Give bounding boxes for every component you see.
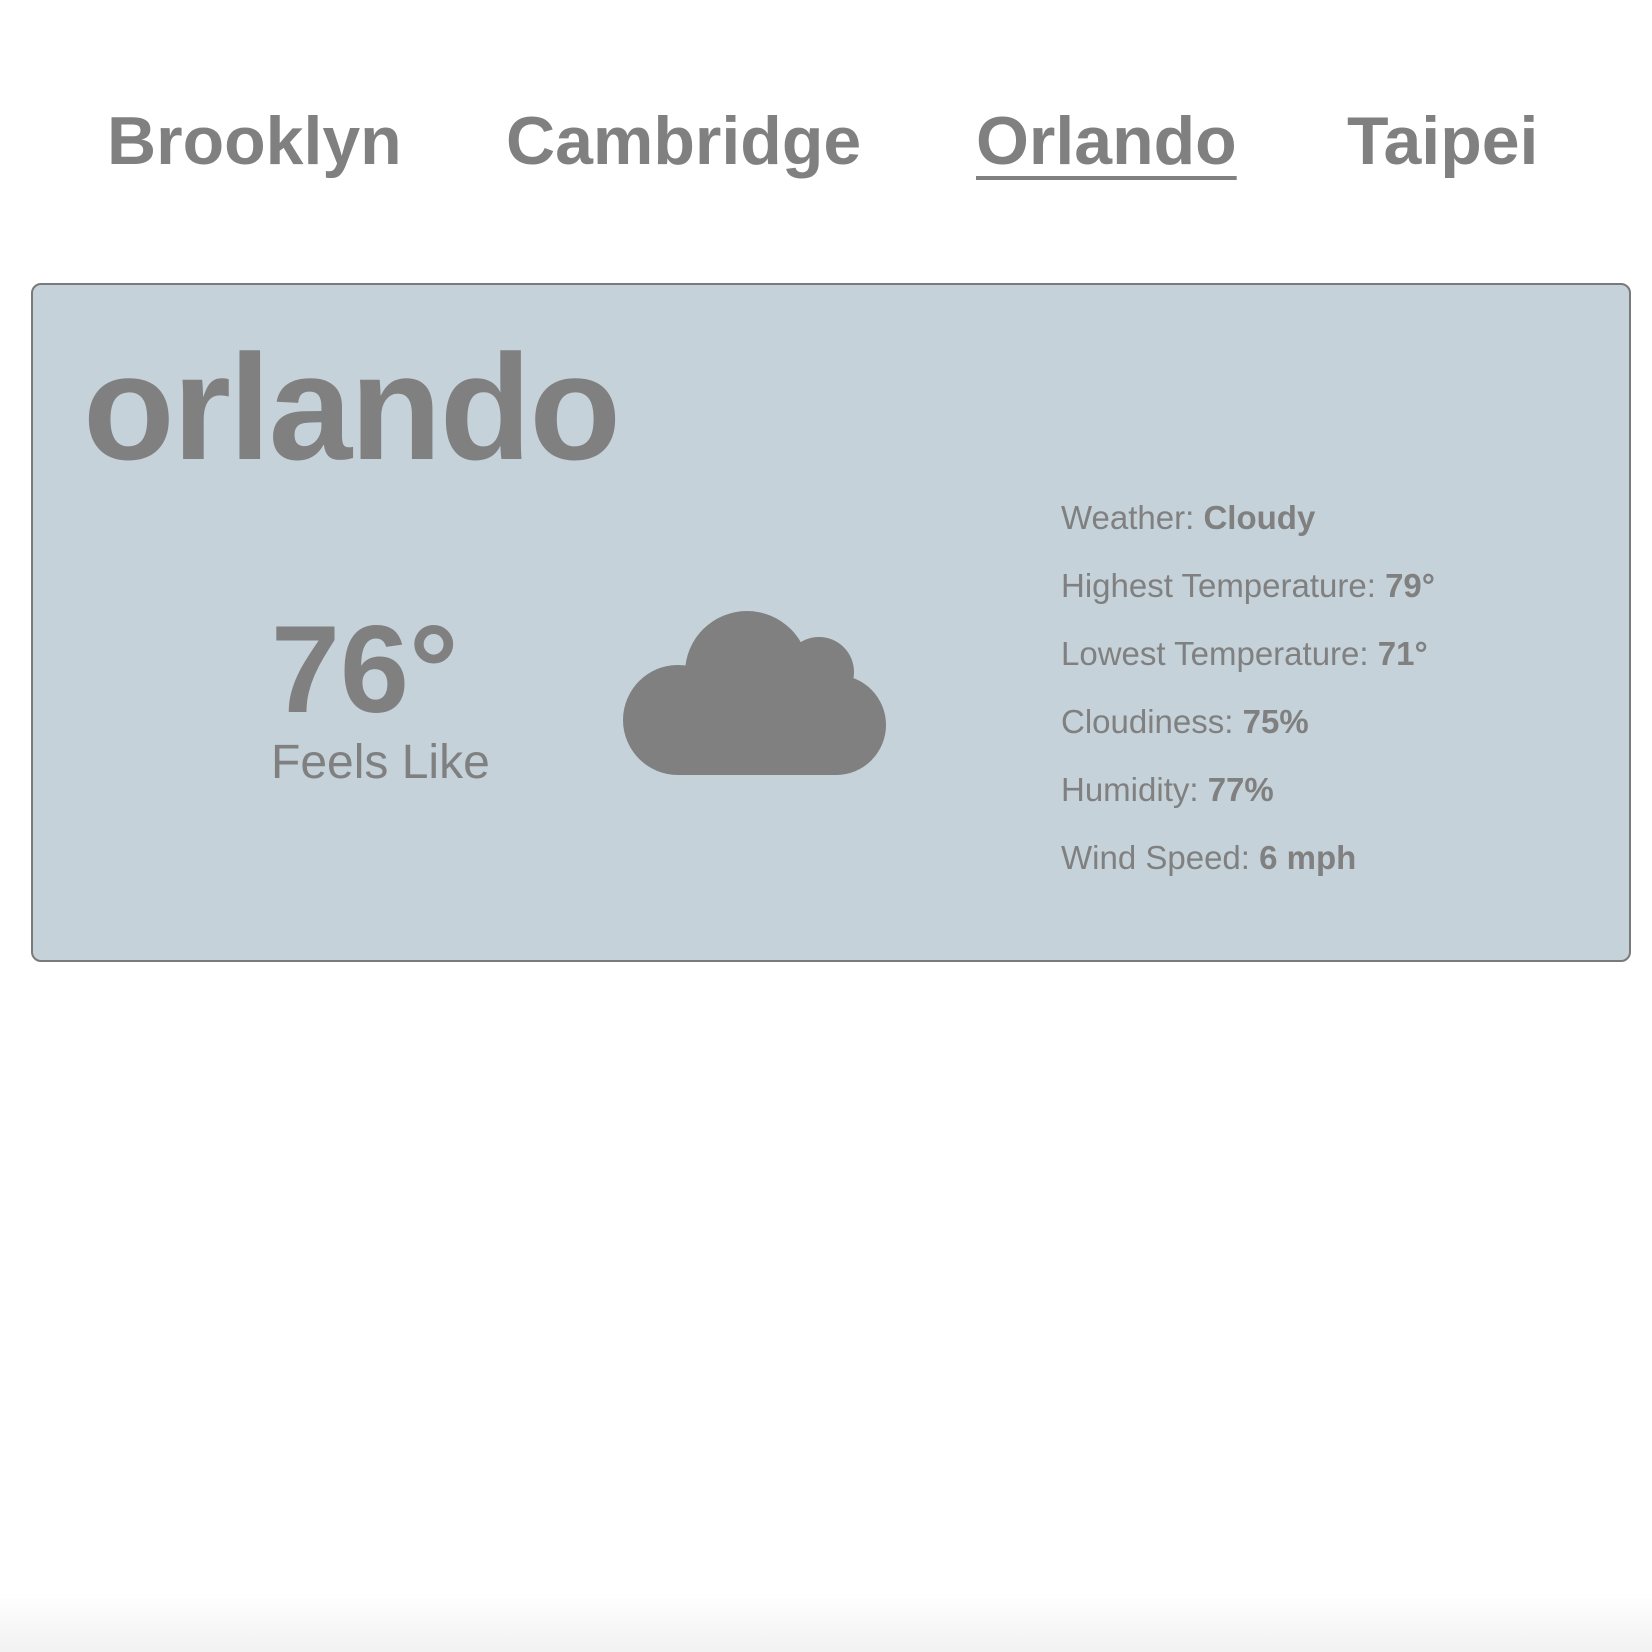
detail-label: Weather: — [1061, 499, 1204, 536]
tab-brooklyn[interactable]: Brooklyn — [107, 98, 402, 184]
detail-label: Highest Temperature: — [1061, 567, 1386, 604]
detail-highest-temperature: Highest Temperature: 79° — [1061, 566, 1435, 634]
bottom-shadow — [0, 1592, 1652, 1652]
detail-value: 75% — [1242, 703, 1309, 740]
detail-label: Wind Speed: — [1061, 839, 1260, 876]
tab-cambridge[interactable]: Cambridge — [506, 98, 861, 184]
feels-like-label: Feels Like — [271, 736, 490, 789]
detail-label: Humidity: — [1061, 771, 1208, 808]
city-name: orlando — [83, 323, 621, 491]
tab-taipei[interactable]: Taipei — [1347, 98, 1538, 184]
detail-value: 6 mph — [1259, 839, 1357, 876]
weather-details: Weather: Cloudy Highest Temperature: 79°… — [1061, 498, 1435, 906]
detail-value: 71° — [1377, 635, 1428, 672]
detail-value: Cloudy — [1203, 499, 1316, 536]
detail-value: 77% — [1207, 771, 1274, 808]
city-tabs: Brooklyn Cambridge Orlando Taipei — [0, 98, 1652, 188]
cloud-icon — [623, 575, 893, 775]
detail-value: 79° — [1385, 567, 1435, 604]
detail-weather: Weather: Cloudy — [1061, 498, 1435, 566]
detail-wind-speed: Wind Speed: 6 mph — [1061, 838, 1435, 906]
detail-label: Cloudiness: — [1061, 703, 1243, 740]
current-temperature: 76° — [271, 601, 459, 739]
weather-card: orlando 76° Feels Like Weather: Cloudy H… — [31, 283, 1631, 962]
tab-orlando[interactable]: Orlando — [976, 98, 1237, 184]
detail-humidity: Humidity: 77% — [1061, 770, 1435, 838]
detail-cloudiness: Cloudiness: 75% — [1061, 702, 1435, 770]
detail-label: Lowest Temperature: — [1061, 635, 1378, 672]
detail-lowest-temperature: Lowest Temperature: 71° — [1061, 634, 1435, 702]
